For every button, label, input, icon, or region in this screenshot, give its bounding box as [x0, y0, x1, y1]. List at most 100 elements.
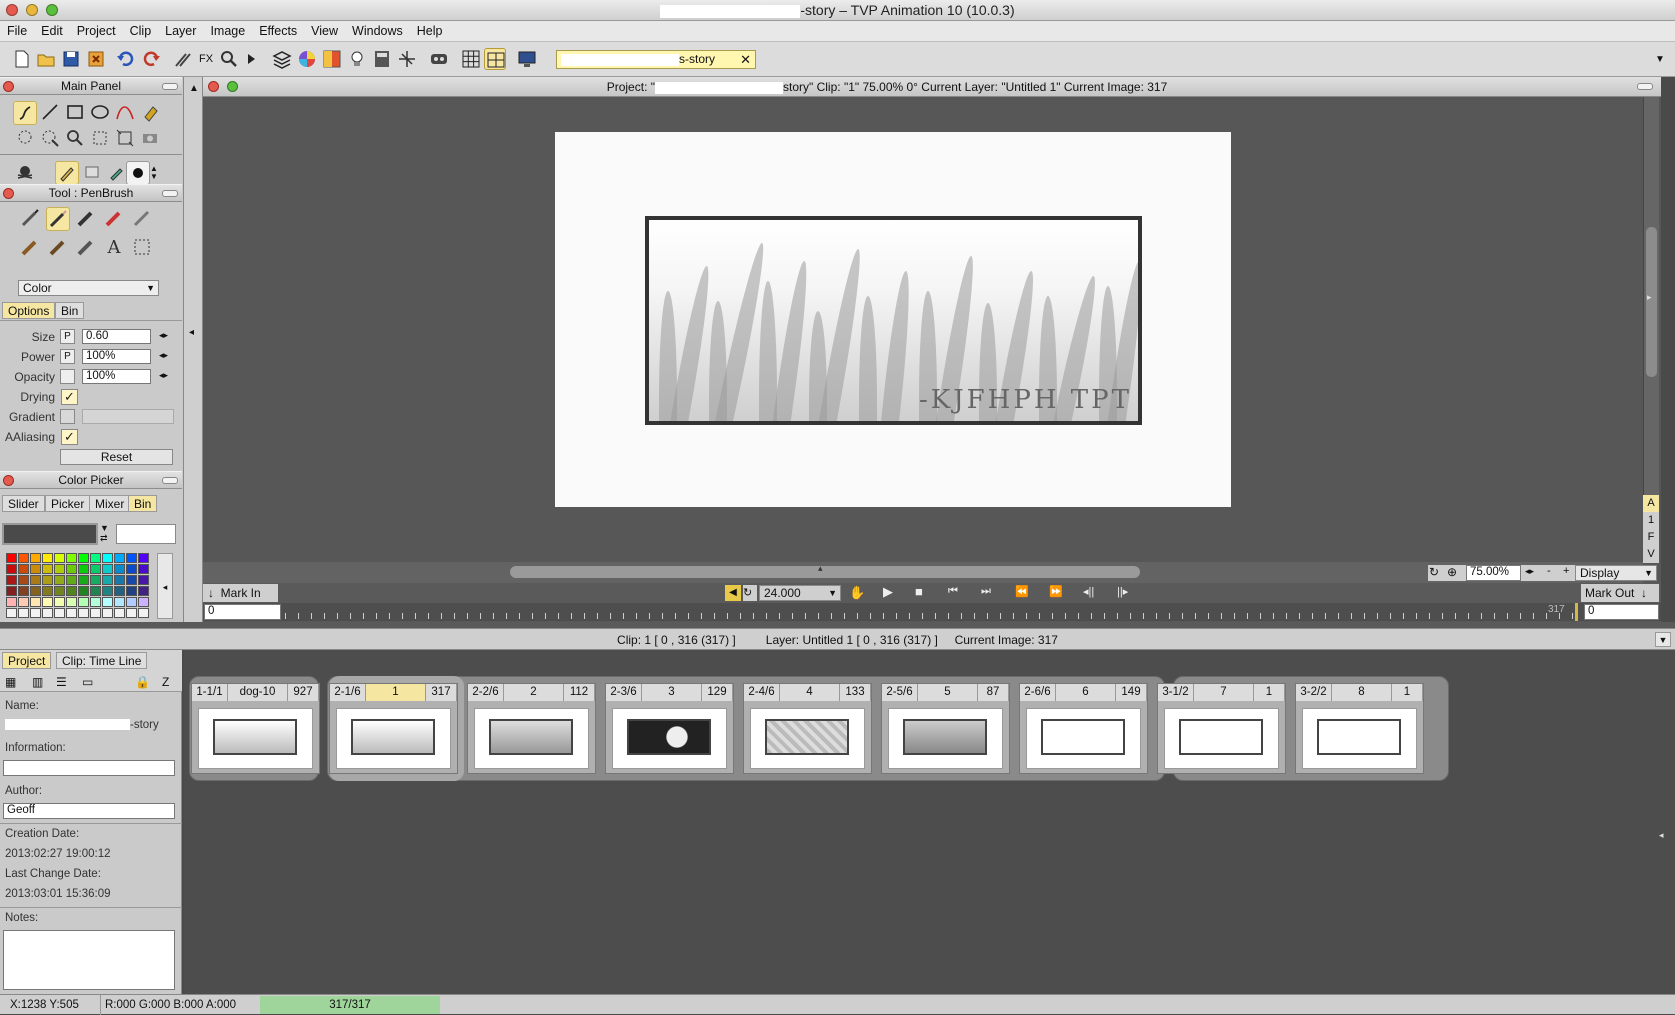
gradient-field[interactable] [82, 409, 174, 424]
palette-swatch[interactable] [6, 553, 17, 563]
palette-swatch[interactable] [66, 575, 77, 585]
palette-swatch[interactable] [6, 597, 17, 607]
collapse-panel-icon[interactable] [162, 477, 178, 484]
opacity-field[interactable]: 100% [82, 369, 151, 384]
menu-edit[interactable]: Edit [34, 21, 70, 42]
loop-icon[interactable]: ↻ [743, 585, 757, 601]
close-project-icon[interactable] [85, 48, 107, 70]
palette-swatch[interactable] [138, 597, 149, 607]
palette-swatch[interactable] [6, 586, 17, 596]
close-panel-icon[interactable] [3, 188, 14, 199]
clip-thumbnail[interactable]: 2-2/6 2 112 [467, 683, 596, 774]
palette-swatch[interactable] [54, 608, 65, 618]
palette-swatch[interactable] [6, 564, 17, 574]
palette-swatch[interactable] [54, 553, 65, 563]
zoom-out-icon[interactable]: - [1547, 565, 1551, 577]
monitor-icon[interactable] [516, 48, 538, 70]
brush-shape-icon[interactable] [126, 161, 150, 185]
collapse-canvas-icon[interactable] [1637, 83, 1653, 90]
mode-select[interactable]: Color ▼ [18, 280, 159, 296]
palette-swatch[interactable] [114, 597, 125, 607]
palette-swatch[interactable] [18, 586, 29, 596]
palette-swatch[interactable] [138, 564, 149, 574]
collapse-panel-icon[interactable] [162, 83, 178, 90]
stop-button-icon[interactable]: ■ [915, 584, 923, 599]
palette-swatch[interactable] [114, 575, 125, 585]
size-field[interactable]: 0.60 [82, 329, 151, 344]
information-field[interactable] [3, 760, 175, 776]
open-folder-icon[interactable] [35, 48, 57, 70]
primary-color-swatch[interactable] [2, 523, 98, 545]
feather-icon[interactable] [130, 207, 154, 231]
palette-swatch[interactable] [30, 553, 41, 563]
crop-tool-icon[interactable] [88, 127, 112, 151]
playhead[interactable] [1575, 603, 1578, 621]
line-tool-icon[interactable] [38, 101, 62, 125]
side-letter-v[interactable]: V [1643, 546, 1659, 563]
tab-options[interactable]: Options [2, 302, 56, 319]
magic-wand-icon[interactable] [38, 127, 62, 151]
opacity-pressure-toggle[interactable] [60, 369, 75, 384]
palette-swatch[interactable] [138, 586, 149, 596]
zoom-field[interactable]: 75.00% [1466, 565, 1521, 581]
go-last-icon[interactable]: ⏭ [981, 585, 991, 598]
palette-swatch[interactable] [42, 586, 53, 596]
palette-swatch[interactable] [66, 586, 77, 596]
transform-icon[interactable] [396, 48, 418, 70]
palette-swatch[interactable] [90, 564, 101, 574]
palette-swatch[interactable] [126, 553, 137, 563]
collapse-panel-icon[interactable] [162, 190, 178, 197]
palette-swatch[interactable] [66, 564, 77, 574]
canvas-vertical-scrollbar[interactable]: ▸ [1643, 97, 1659, 562]
zoom-in-icon[interactable]: + [1563, 565, 1569, 577]
menu-view[interactable]: View [304, 21, 345, 42]
palette-swatch[interactable] [78, 564, 89, 574]
penbrush-icon[interactable] [46, 207, 70, 231]
zoom-window-button[interactable] [46, 4, 58, 16]
fx-icon[interactable]: FX [195, 48, 217, 70]
play-button-icon[interactable]: ▶ [883, 584, 893, 600]
palette-swatch[interactable] [30, 608, 41, 618]
menu-file[interactable]: File [0, 21, 34, 42]
thumbs-scroll-icon[interactable]: ◂ [1659, 830, 1664, 841]
palette-swatch[interactable] [114, 608, 125, 618]
undo-icon[interactable] [115, 48, 137, 70]
menu-clip[interactable]: Clip [123, 21, 159, 42]
palette-swatch[interactable] [18, 564, 29, 574]
toolbar-menu-arrow-icon[interactable]: ▼ [1655, 54, 1665, 65]
lightbulb-icon[interactable] [346, 48, 368, 70]
menu-effects[interactable]: Effects [252, 21, 304, 42]
palette-swatch[interactable] [114, 586, 125, 596]
warp-brush-icon[interactable] [130, 236, 154, 260]
menu-windows[interactable]: Windows [345, 21, 410, 42]
palette-swatch[interactable] [90, 575, 101, 585]
clip-thumbnail[interactable]: 1-1/1 dog-10 927 [191, 683, 320, 774]
maximize-canvas-icon[interactable] [227, 81, 238, 92]
palette-swatch[interactable] [18, 597, 29, 607]
safe-area-icon[interactable] [484, 48, 506, 70]
rewind-icon[interactable]: ⏪ [1015, 585, 1029, 598]
palette-swatch[interactable] [6, 575, 17, 585]
lasso-select-icon[interactable] [13, 127, 37, 151]
secondary-color-swatch[interactable] [116, 524, 176, 544]
mask-icon[interactable] [428, 48, 450, 70]
hand-icon[interactable]: ✋ [849, 585, 865, 601]
display-select[interactable]: Display ▼ [1575, 565, 1657, 581]
palette-swatch[interactable] [102, 564, 113, 574]
size-stepper-icon[interactable]: ◂▸ [159, 330, 168, 341]
tab-color-bin[interactable]: Bin [128, 495, 158, 512]
close-canvas-icon[interactable] [208, 81, 219, 92]
start-frame-field[interactable]: 0 [204, 604, 281, 620]
palette-swatch[interactable] [78, 553, 89, 563]
palette-swatch[interactable] [18, 553, 29, 563]
blur-brush-icon[interactable] [74, 236, 98, 260]
fill-tool-icon[interactable] [138, 101, 162, 125]
power-pressure-toggle[interactable]: P [60, 349, 75, 364]
eraser-icon[interactable] [80, 161, 104, 185]
palette-swatch[interactable] [18, 608, 29, 618]
palette-swatch[interactable] [66, 553, 77, 563]
close-tab-icon[interactable]: ✕ [740, 51, 751, 68]
palette-swatch[interactable] [42, 597, 53, 607]
z-order-icon[interactable]: Z [162, 675, 169, 689]
calculator-icon[interactable] [371, 48, 393, 70]
